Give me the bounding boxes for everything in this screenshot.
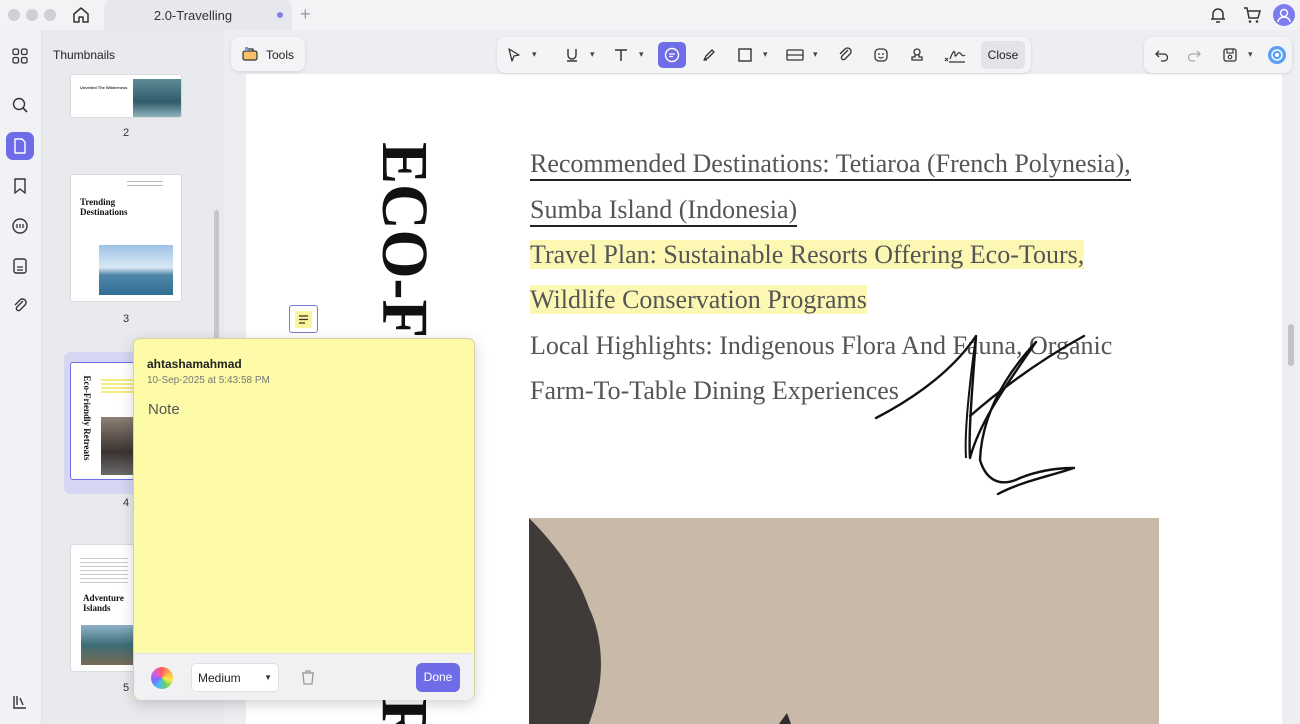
color-picker-icon[interactable] (151, 667, 173, 689)
text-box-icon[interactable] (784, 44, 806, 66)
underline-icon[interactable] (561, 44, 583, 66)
thumb-image (81, 625, 137, 665)
window-close-button[interactable] (8, 9, 20, 21)
note-timestamp: 10-Sep-2025 at 5:43:58 PM (147, 375, 270, 386)
highlighted-text: Travel Plan: Sustainable Resorts Offerin… (530, 240, 1085, 269)
thumb-title: Islands (83, 603, 111, 613)
search-icon[interactable] (6, 91, 34, 119)
sticker-icon[interactable] (870, 44, 892, 66)
doc-line-3: Travel Plan: Sustainable Resorts Offerin… (530, 240, 1085, 270)
chevron-down-icon[interactable]: ▾ (1248, 49, 1253, 60)
unsaved-dot-icon (277, 12, 283, 18)
vertical-title-continued: R (371, 698, 429, 724)
highlighted-text: Wildlife Conservation Programs (530, 285, 867, 314)
library-icon[interactable] (6, 688, 34, 716)
font-size-value: Medium (198, 671, 241, 685)
note-text-area[interactable]: Note (148, 401, 180, 418)
page-number: 2 (122, 127, 130, 139)
document-tab[interactable]: 2.0-Travelling (104, 0, 292, 30)
title-bar: 2.0-Travelling + (0, 0, 1300, 30)
close-button[interactable]: Close (981, 41, 1025, 69)
undo-icon[interactable] (1151, 44, 1173, 66)
doc-line-1: Recommended Destinations: Tetiaroa (Fren… (530, 149, 1131, 181)
thumb-highlight-lines (101, 377, 135, 395)
user-avatar[interactable] (1273, 4, 1295, 26)
doc-line-4: Wildlife Conservation Programs (530, 285, 867, 315)
note-marker[interactable] (289, 305, 318, 333)
chevron-down-icon[interactable]: ▾ (639, 49, 644, 60)
page-number: 3 (122, 313, 130, 325)
note-popup: ahtashamahmad 10-Sep-2025 at 5:43:58 PM … (133, 338, 475, 700)
thumb-title: Trending (80, 197, 116, 207)
document-photo (529, 518, 1159, 724)
new-tab-button[interactable]: + (300, 4, 311, 25)
note-author: ahtashamahmad (147, 357, 242, 371)
window-zoom-button[interactable] (44, 9, 56, 21)
doc-line-2: Sumba Island (Indonesia) (530, 195, 798, 227)
underlined-text: Sumba Island (Indonesia) (530, 195, 798, 227)
signature-icon[interactable] (942, 44, 968, 66)
form-fields-icon[interactable] (6, 252, 34, 280)
chevron-down-icon[interactable]: ▾ (813, 49, 818, 60)
window-minimize-button[interactable] (26, 9, 38, 21)
thumb-text-lines (80, 555, 128, 585)
chevron-down-icon: ▼ (264, 673, 272, 682)
thumb-image (133, 79, 181, 117)
annotation-toolbar: ▾ ▾ ▾ ▾ ▾ Close (497, 37, 1031, 73)
delete-icon[interactable] (298, 667, 318, 687)
toolbox-icon (241, 45, 259, 68)
tab-title: 2.0-Travelling (153, 8, 233, 23)
tools-button[interactable]: Tools (231, 37, 305, 71)
stamp-icon[interactable] (906, 44, 928, 66)
select-cursor-icon[interactable] (503, 44, 525, 66)
history-toolbar: ▾ (1144, 37, 1292, 73)
thumb-image (101, 417, 137, 475)
thumb-image (99, 245, 173, 295)
page-thumbnail-3[interactable]: Trending Destinations (70, 174, 182, 302)
done-button[interactable]: Done (416, 663, 460, 692)
ai-assistant-icon[interactable] (1266, 44, 1288, 66)
sticky-note-icon[interactable] (658, 42, 686, 68)
paperclip-icon[interactable] (834, 44, 856, 66)
doc-line-6: Farm-To-Table Dining Experiences (530, 376, 899, 405)
thumb-lines (127, 181, 163, 186)
page-thumbnail-2[interactable]: Unveiled The Wilderness (70, 74, 182, 118)
cart-icon[interactable] (1242, 5, 1262, 25)
thumbnails-page-icon[interactable] (6, 132, 34, 160)
note-icon (295, 310, 312, 328)
highlighter-icon[interactable] (698, 44, 720, 66)
redo-icon[interactable] (1183, 44, 1205, 66)
thumb-title: Adventure (83, 593, 124, 603)
save-icon[interactable] (1219, 44, 1241, 66)
comments-icon[interactable] (6, 212, 34, 240)
home-icon[interactable] (70, 4, 92, 26)
thumb-heading: Unveiled The Wilderness (80, 85, 128, 90)
bookmark-icon[interactable] (6, 172, 34, 200)
thumb-title: Eco-Friendly Retreats (82, 375, 92, 461)
signature-drawing[interactable] (870, 330, 1090, 500)
note-footer: Medium ▼ Done (134, 653, 474, 700)
vertical-title: ECO-F (371, 142, 429, 338)
left-rail (0, 30, 42, 724)
chevron-down-icon[interactable]: ▾ (763, 49, 768, 60)
document-scrollbar[interactable] (1288, 324, 1294, 366)
chevron-down-icon[interactable]: ▾ (590, 49, 595, 60)
thumb-title: Destinations (80, 207, 128, 217)
text-tool-icon[interactable] (610, 44, 632, 66)
grid-view-icon[interactable] (6, 42, 34, 70)
tools-label: Tools (266, 48, 295, 62)
underlined-text: Recommended Destinations: Tetiaroa (Fren… (530, 149, 1131, 181)
font-size-select[interactable]: Medium ▼ (191, 663, 279, 692)
chevron-down-icon[interactable]: ▾ (532, 49, 537, 60)
rectangle-shape-icon[interactable] (734, 44, 756, 66)
notification-bell-icon[interactable] (1208, 5, 1228, 25)
vertical-title-text: ECO-F (371, 142, 429, 338)
attachment-icon[interactable] (6, 292, 34, 320)
thumbnails-title: Thumbnails (53, 48, 116, 62)
vertical-title-bottom-text: R (371, 698, 429, 724)
